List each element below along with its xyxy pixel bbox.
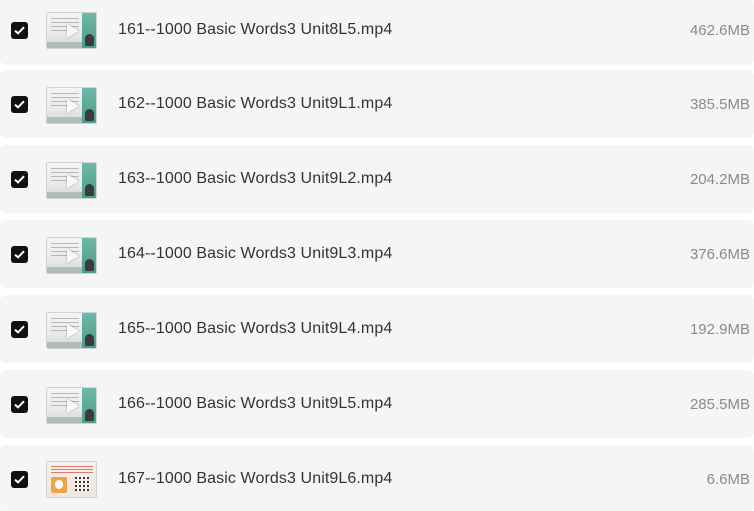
file-name: 163--1000 Basic Words3 Unit9L2.mp4 — [118, 170, 393, 187]
play-icon — [67, 24, 79, 38]
file-list: 161--1000 Basic Words3 Unit8L5.mp4 462.6… — [0, 0, 754, 511]
video-thumbnail — [46, 312, 97, 349]
checkbox-checked[interactable] — [11, 246, 28, 263]
document-thumbnail — [46, 461, 97, 498]
checkmark-icon — [14, 475, 25, 484]
play-icon — [67, 249, 79, 263]
checkmark-icon — [14, 100, 25, 109]
checkmark-icon — [14, 26, 25, 35]
video-thumbnail — [46, 12, 97, 49]
checkbox-checked[interactable] — [11, 96, 28, 113]
file-size: 192.9MB — [689, 321, 750, 338]
video-thumbnail — [46, 162, 97, 199]
qr-code-icon — [75, 477, 91, 493]
play-icon — [67, 399, 79, 413]
checkbox-checked[interactable] — [11, 22, 28, 39]
file-name: 164--1000 Basic Words3 Unit9L3.mp4 — [118, 245, 393, 262]
file-row[interactable]: 163--1000 Basic Words3 Unit9L2.mp4 204.2… — [0, 145, 754, 213]
file-row[interactable]: 167--1000 Basic Words3 Unit9L6.mp4 6.6MB — [0, 445, 754, 511]
file-size: 376.6MB — [689, 246, 750, 263]
checkmark-icon — [14, 325, 25, 334]
checkmark-icon — [14, 400, 25, 409]
checkbox-checked[interactable] — [11, 396, 28, 413]
play-icon — [67, 99, 79, 113]
file-row[interactable]: 165--1000 Basic Words3 Unit9L4.mp4 192.9… — [0, 295, 754, 363]
checkbox-checked[interactable] — [11, 171, 28, 188]
file-size: 6.6MB — [706, 471, 750, 488]
checkbox-checked[interactable] — [11, 471, 28, 488]
file-size: 204.2MB — [689, 171, 750, 188]
logo-icon — [51, 477, 67, 493]
file-row[interactable]: 164--1000 Basic Words3 Unit9L3.mp4 376.6… — [0, 220, 754, 288]
file-name: 166--1000 Basic Words3 Unit9L5.mp4 — [118, 395, 393, 412]
file-name: 165--1000 Basic Words3 Unit9L4.mp4 — [118, 320, 393, 337]
play-icon — [67, 174, 79, 188]
file-row[interactable]: 162--1000 Basic Words3 Unit9L1.mp4 385.5… — [0, 70, 754, 138]
file-name: 161--1000 Basic Words3 Unit8L5.mp4 — [118, 21, 393, 38]
checkbox-checked[interactable] — [11, 321, 28, 338]
video-thumbnail — [46, 87, 97, 124]
file-size: 462.6MB — [689, 22, 750, 39]
checkmark-icon — [14, 175, 25, 184]
file-row[interactable]: 166--1000 Basic Words3 Unit9L5.mp4 285.5… — [0, 370, 754, 438]
file-name: 162--1000 Basic Words3 Unit9L1.mp4 — [118, 95, 393, 112]
play-icon — [67, 324, 79, 338]
file-size: 285.5MB — [689, 396, 750, 413]
video-thumbnail — [46, 237, 97, 274]
file-row[interactable]: 161--1000 Basic Words3 Unit8L5.mp4 462.6… — [0, 0, 754, 65]
file-size: 385.5MB — [689, 96, 750, 113]
video-thumbnail — [46, 387, 97, 424]
checkmark-icon — [14, 250, 25, 259]
file-name: 167--1000 Basic Words3 Unit9L6.mp4 — [118, 470, 393, 487]
